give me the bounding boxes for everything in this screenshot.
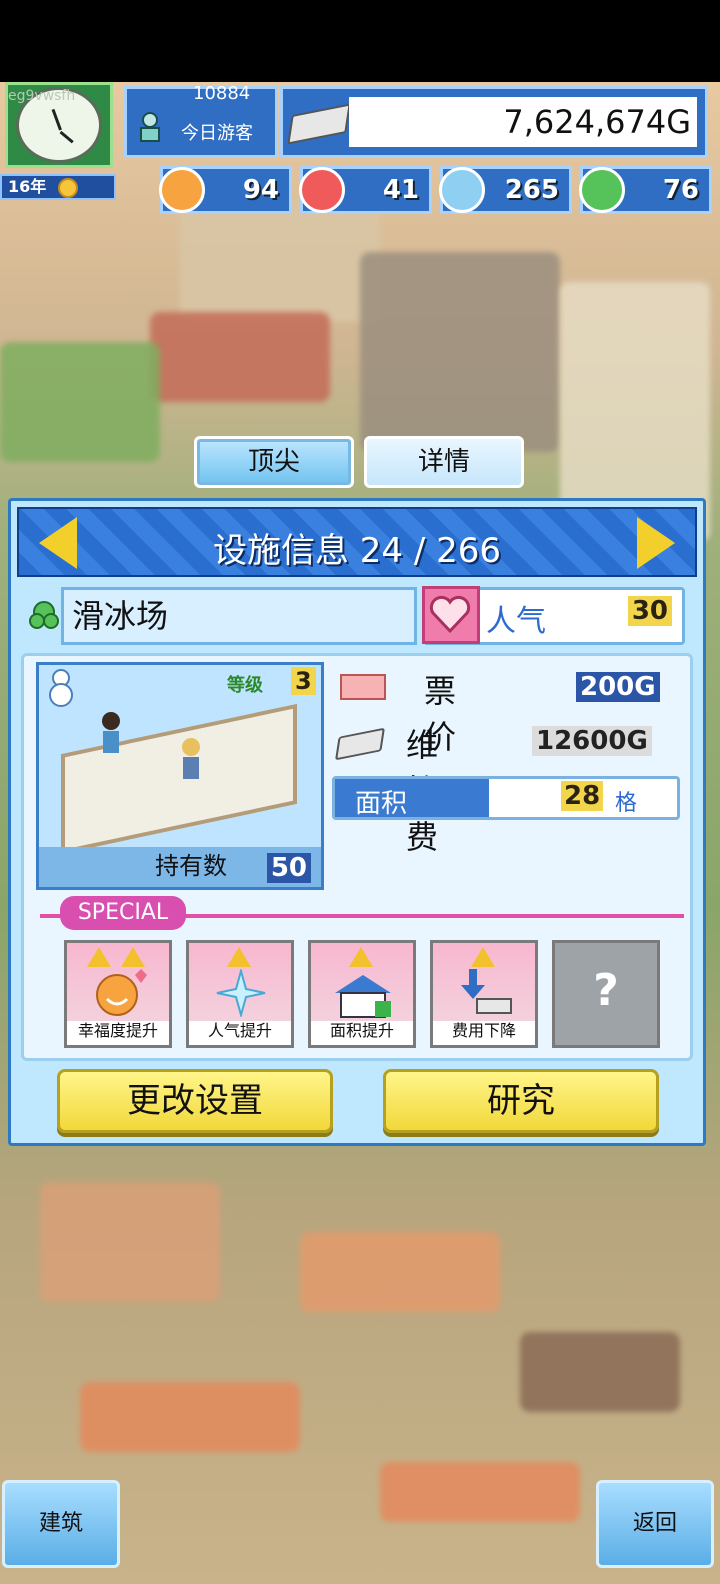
skill-popularity-up[interactable]: 人气提升 — [186, 940, 294, 1048]
back-button[interactable]: 返回 — [596, 1480, 714, 1568]
snowman-icon — [49, 669, 73, 707]
ticket-icon — [340, 674, 386, 700]
special-tag: SPECIAL — [60, 896, 186, 930]
money-value: 7,624,674G — [503, 103, 691, 141]
skill-cost-down[interactable]: 费用下降 — [430, 940, 538, 1048]
stat-value: 76 — [662, 175, 699, 205]
area-label: 面积 — [355, 789, 408, 819]
skill-label: 幸福度提升 — [77, 1021, 158, 1040]
money-icon — [287, 103, 351, 145]
panel-header: 设施信息 24 / 266 — [17, 507, 697, 577]
stat-value: 41 — [382, 175, 419, 205]
name-row: 滑冰场 人气 30 — [27, 586, 687, 647]
skill-happiness-up[interactable]: 幸福度提升 — [64, 940, 172, 1048]
level-label: 等级 — [227, 675, 263, 696]
sunflower-icon — [58, 177, 79, 198]
popularity-value: 30 — [627, 596, 672, 626]
star-icon — [349, 947, 373, 967]
visitors-label: 今日游客 — [181, 123, 253, 144]
maintenance-value: 12600G — [532, 726, 652, 756]
panel-title: 设施信息 24 / 266 — [212, 531, 502, 571]
next-arrow-icon[interactable] — [637, 517, 675, 569]
happy-face-icon — [159, 167, 205, 213]
stat-fire: 41 — [299, 166, 432, 214]
visitors-panel: 10884 今日游客 — [124, 83, 278, 158]
year-label: 16年 — [8, 177, 47, 196]
fire-icon — [299, 167, 345, 213]
skaters-icon — [102, 712, 200, 779]
level-value: 3 — [291, 667, 316, 695]
cost-down-icon — [461, 969, 512, 1014]
visitors-count: 10884 — [193, 83, 251, 104]
leaf-icon — [579, 167, 625, 213]
star-icon — [471, 947, 495, 967]
ticket-value: 200G — [576, 672, 660, 702]
skill-label: 面积提升 — [329, 1021, 394, 1040]
leaf-icon — [29, 601, 59, 629]
heart-icon — [422, 586, 480, 644]
research-button[interactable]: 研究 — [383, 1069, 659, 1133]
sparkle-icon — [216, 969, 266, 1017]
area-row: 面积 28 格 — [332, 776, 680, 820]
stat-water: 265 — [439, 166, 572, 214]
area-unit: 格 — [615, 791, 638, 816]
facility-name: 滑冰场 — [61, 587, 417, 645]
house-plus-icon — [335, 975, 391, 1018]
star-icon — [87, 947, 111, 967]
facility-image: 等级 3 持有数 50 — [36, 662, 324, 890]
tab-top[interactable]: 顶尖 — [194, 436, 354, 488]
skill-locked[interactable]: ? — [552, 940, 660, 1048]
build-button[interactable]: 建筑 — [2, 1480, 120, 1568]
star-icon — [121, 947, 145, 967]
water-drop-icon — [439, 167, 485, 213]
facility-info-panel: 设施信息 24 / 266 滑冰场 人气 30 等级 3 持有数 50 票价 2… — [8, 498, 706, 1146]
year-indicator: 16年 — [0, 174, 116, 200]
skill-label: 费用下降 — [451, 1021, 516, 1040]
happy-face-icon — [96, 969, 147, 1016]
person-icon — [140, 112, 160, 142]
owned-value: 50 — [266, 853, 311, 883]
area-value: 28 — [561, 781, 604, 811]
stat-leaf: 76 — [579, 166, 712, 214]
money-icon — [335, 727, 385, 761]
skill-area-up[interactable]: 面积提升 — [308, 940, 416, 1048]
stat-happiness: 94 — [159, 166, 292, 214]
star-icon — [227, 947, 251, 967]
popularity-label: 人气 — [486, 604, 546, 639]
owned-label: 持有数 — [155, 852, 227, 880]
stat-value: 265 — [504, 175, 559, 205]
watermark: eg9vwsfh — [8, 88, 76, 104]
locked-question-mark: ? — [593, 965, 619, 1016]
status-bar — [0, 0, 720, 82]
facility-details: 等级 3 持有数 50 票价 200G 维护费 12600G 面积 — [21, 653, 693, 1061]
money-panel: 7,624,674G — [280, 86, 708, 158]
tab-details[interactable]: 详情 — [364, 436, 524, 488]
skill-label: 人气提升 — [207, 1021, 272, 1040]
popularity-box: 人气 30 — [422, 586, 685, 645]
change-settings-button[interactable]: 更改设置 — [57, 1069, 333, 1133]
stat-value: 94 — [242, 175, 279, 205]
